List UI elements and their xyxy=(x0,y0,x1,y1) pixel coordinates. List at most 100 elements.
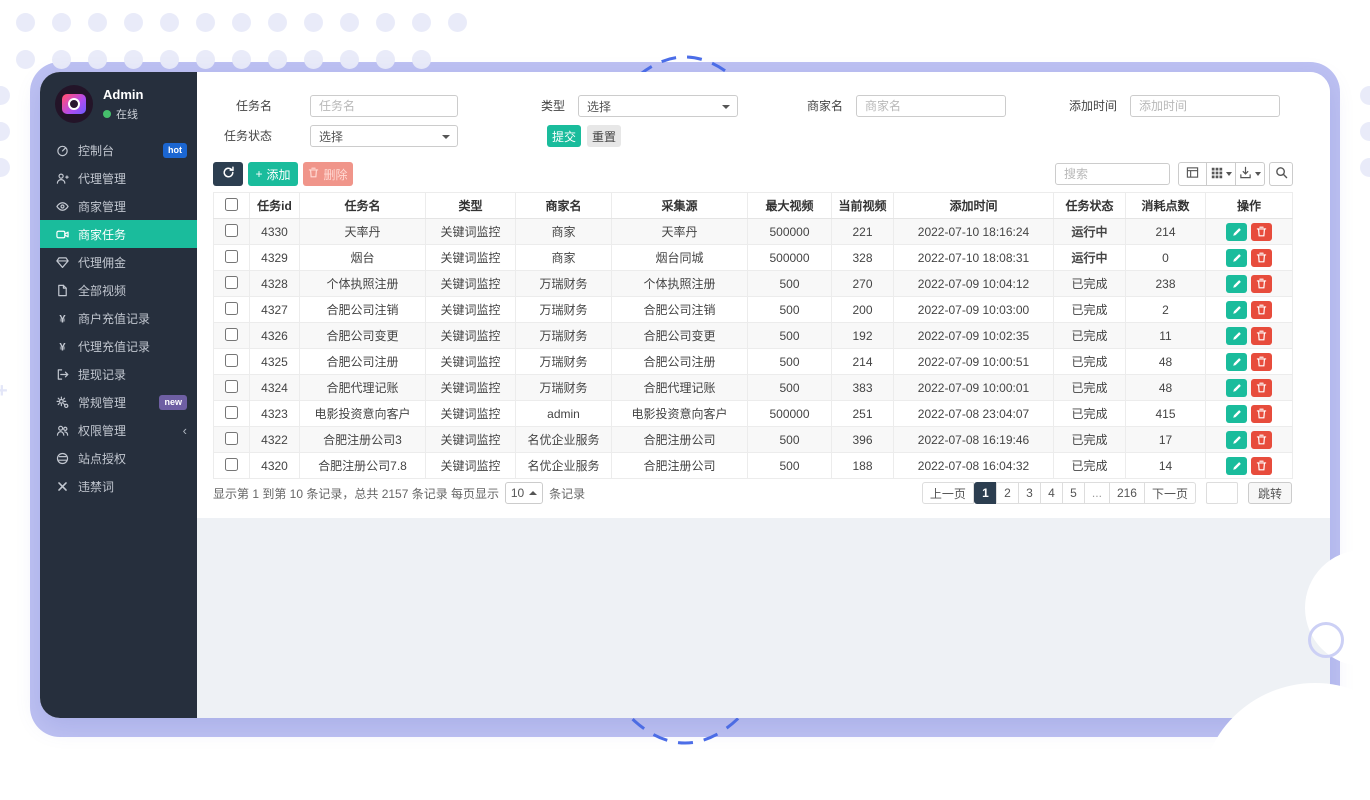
row-checkbox[interactable] xyxy=(225,354,238,367)
decor-dot xyxy=(232,13,251,32)
online-label: 在线 xyxy=(116,106,138,122)
column-header: 当前视频 xyxy=(832,193,894,219)
task-name-label: 任务名 xyxy=(212,95,272,117)
cell-actions xyxy=(1206,245,1293,271)
row-checkbox[interactable] xyxy=(225,302,238,315)
row-checkbox[interactable] xyxy=(225,276,238,289)
sidebar-item-商家管理[interactable]: 商家管理 xyxy=(40,192,197,220)
sidebar-item-label: 代理管理 xyxy=(78,170,126,187)
add-button[interactable]: +添加 xyxy=(248,162,298,186)
cell-max-videos: 500000 xyxy=(748,245,832,271)
chevron-up-icon xyxy=(529,491,537,495)
sidebar-item-提现记录[interactable]: 提现记录 xyxy=(40,360,197,388)
delete-row-button[interactable] xyxy=(1251,379,1272,397)
cell-task-id: 4322 xyxy=(250,427,300,453)
edit-row-button[interactable] xyxy=(1226,223,1247,241)
search-button[interactable] xyxy=(1269,162,1293,186)
table-row: 4327合肥公司注销关键词监控万瑞财务合肥公司注销5002002022-07-0… xyxy=(214,297,1293,323)
row-checkbox[interactable] xyxy=(225,224,238,237)
sidebar-item-控制台[interactable]: 控制台hot xyxy=(40,136,197,164)
jump-button[interactable]: 跳转 xyxy=(1248,482,1292,504)
delete-row-button[interactable] xyxy=(1251,275,1272,293)
cell-task-id: 4326 xyxy=(250,323,300,349)
delete-row-button[interactable] xyxy=(1251,301,1272,319)
row-checkbox[interactable] xyxy=(225,328,238,341)
select-all-checkbox[interactable] xyxy=(225,198,238,211)
reset-button[interactable]: 重置 xyxy=(587,125,621,147)
page-button-3[interactable]: 3 xyxy=(1018,482,1041,504)
cell-type: 关键词监控 xyxy=(426,297,516,323)
sidebar-item-代理管理[interactable]: 代理管理 xyxy=(40,164,197,192)
sidebar-item-全部视频[interactable]: 全部视频 xyxy=(40,276,197,304)
decor-dot xyxy=(1360,122,1370,141)
decor-dot xyxy=(304,50,323,69)
cell-actions xyxy=(1206,297,1293,323)
edit-row-button[interactable] xyxy=(1226,301,1247,319)
merchant-input[interactable] xyxy=(856,95,1006,117)
file-icon xyxy=(55,283,70,297)
delete-row-button[interactable] xyxy=(1251,327,1272,345)
sidebar-item-label: 全部视频 xyxy=(78,282,126,299)
add-time-input[interactable] xyxy=(1130,95,1280,117)
edit-row-button[interactable] xyxy=(1226,379,1247,397)
task-name-input[interactable] xyxy=(310,95,458,117)
delete-row-button[interactable] xyxy=(1251,249,1272,267)
edit-row-button[interactable] xyxy=(1226,327,1247,345)
page-size-select[interactable]: 10 xyxy=(505,482,543,504)
type-select[interactable]: 选择 xyxy=(578,95,738,117)
page-button-2[interactable]: 2 xyxy=(996,482,1019,504)
page-button-216[interactable]: 216 xyxy=(1109,482,1145,504)
submit-button[interactable]: 提交 xyxy=(547,125,581,147)
edit-row-button[interactable] xyxy=(1226,249,1247,267)
prev-page-button[interactable]: 上一页 xyxy=(922,482,974,504)
export-button[interactable] xyxy=(1236,162,1265,186)
sidebar-item-商户充值记录[interactable]: ¥商户充值记录 xyxy=(40,304,197,332)
page-button-4[interactable]: 4 xyxy=(1040,482,1063,504)
row-checkbox[interactable] xyxy=(225,250,238,263)
page-button-5[interactable]: 5 xyxy=(1062,482,1085,504)
jump-page-input[interactable] xyxy=(1206,482,1238,504)
delete-row-button[interactable] xyxy=(1251,405,1272,423)
delete-row-button[interactable] xyxy=(1251,457,1272,475)
cell-task-name: 合肥注册公司3 xyxy=(300,427,426,453)
columns-icon xyxy=(1211,167,1223,182)
row-checkbox[interactable] xyxy=(225,380,238,393)
cell-actions xyxy=(1206,323,1293,349)
table-search-input[interactable] xyxy=(1055,163,1170,185)
row-checkbox[interactable] xyxy=(225,432,238,445)
edit-row-button[interactable] xyxy=(1226,431,1247,449)
delete-row-button[interactable] xyxy=(1251,431,1272,449)
sidebar-item-label: 常规管理 xyxy=(78,394,126,411)
delete-row-button[interactable] xyxy=(1251,353,1272,371)
table-row: 4329烟台关键词监控商家烟台同城5000003282022-07-10 18:… xyxy=(214,245,1293,271)
edit-row-button[interactable] xyxy=(1226,353,1247,371)
edit-row-button[interactable] xyxy=(1226,457,1247,475)
row-checkbox[interactable] xyxy=(225,458,238,471)
cell-points: 48 xyxy=(1126,349,1206,375)
sidebar-item-代理充值记录[interactable]: ¥代理充值记录 xyxy=(40,332,197,360)
cell-max-videos: 500000 xyxy=(748,219,832,245)
task-status-select[interactable]: 选择 xyxy=(310,125,458,147)
next-page-button[interactable]: 下一页 xyxy=(1144,482,1196,504)
delete-button[interactable]: 删除 xyxy=(303,162,353,186)
delete-row-button[interactable] xyxy=(1251,223,1272,241)
cell-type: 关键词监控 xyxy=(426,219,516,245)
cell-source: 天率丹 xyxy=(612,219,748,245)
sidebar-item-站点授权[interactable]: 站点授权 xyxy=(40,444,197,472)
sidebar-item-常规管理[interactable]: 常规管理new xyxy=(40,388,197,416)
refresh-button[interactable] xyxy=(213,162,243,186)
cell-max-videos: 500000 xyxy=(748,401,832,427)
page-button-1[interactable]: 1 xyxy=(974,482,997,504)
cell-points: 48 xyxy=(1126,375,1206,401)
sidebar-item-权限管理[interactable]: 权限管理‹ xyxy=(40,416,197,444)
sidebar-item-代理佣金[interactable]: 代理佣金 xyxy=(40,248,197,276)
edit-row-button[interactable] xyxy=(1226,405,1247,423)
sidebar-item-商家任务[interactable]: 商家任务 xyxy=(40,220,197,248)
columns-button[interactable] xyxy=(1207,162,1236,186)
decor-dot xyxy=(268,50,287,69)
toggle-view-button[interactable] xyxy=(1178,162,1207,186)
row-checkbox[interactable] xyxy=(225,406,238,419)
user-status: 在线 xyxy=(103,106,143,122)
sidebar-item-违禁词[interactable]: 违禁词 xyxy=(40,472,197,500)
edit-row-button[interactable] xyxy=(1226,275,1247,293)
